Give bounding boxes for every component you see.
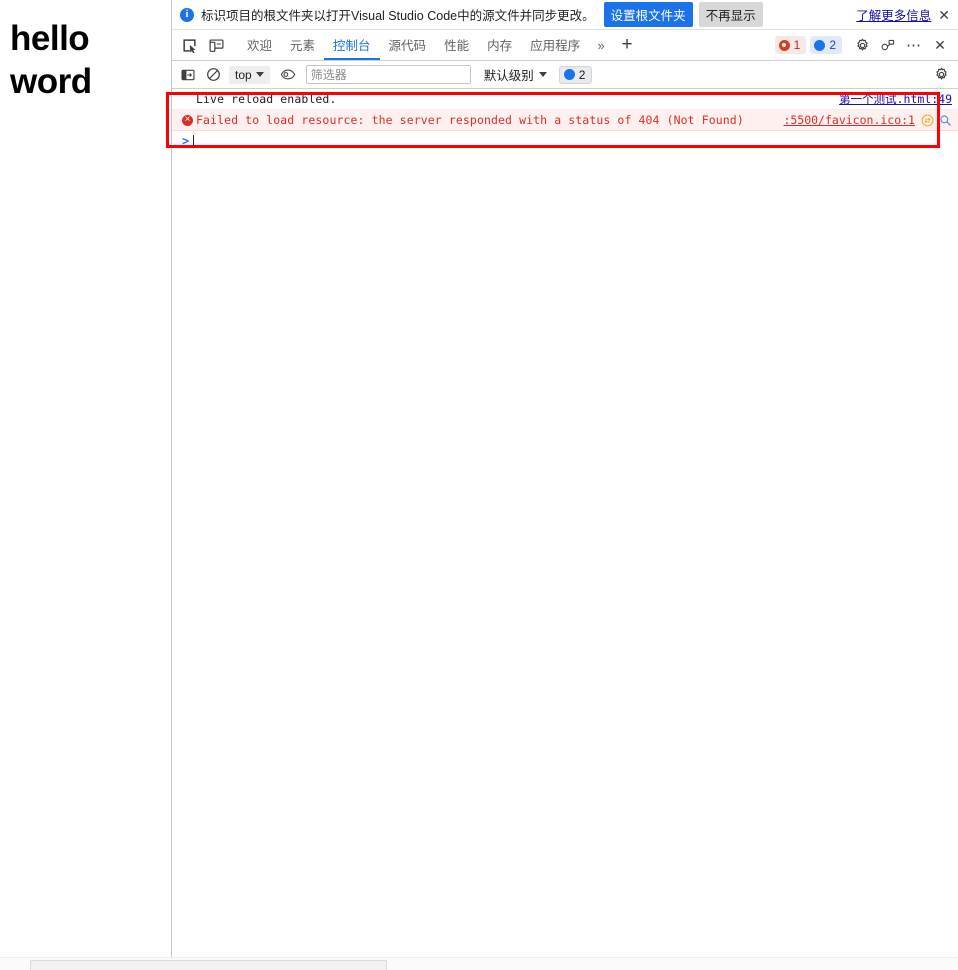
console-prompt[interactable]: > bbox=[172, 131, 958, 151]
tab-application[interactable]: 应用程序 bbox=[521, 30, 589, 60]
set-root-folder-button[interactable]: 设置根文件夹 bbox=[603, 2, 693, 27]
tab-memory[interactable]: 内存 bbox=[478, 30, 521, 60]
console-message-count-badge[interactable]: 2 bbox=[558, 65, 593, 84]
rendered-page-pane: hello word bbox=[0, 0, 171, 958]
tab-elements[interactable]: 元素 bbox=[281, 30, 324, 60]
tab-label: 源代码 bbox=[388, 38, 427, 53]
tab-label: 内存 bbox=[487, 38, 513, 53]
text-cursor bbox=[193, 134, 195, 148]
page-heading: hello word bbox=[10, 18, 171, 103]
more-options-icon[interactable]: ⋯ bbox=[902, 33, 926, 57]
log-levels-selector[interactable]: 默认级别 bbox=[484, 65, 547, 84]
info-count-label: 2 bbox=[829, 38, 836, 52]
filter-input[interactable] bbox=[305, 65, 471, 84]
console-message-log[interactable]: Live reload enabled. 第一个测试.html:49 bbox=[172, 89, 958, 110]
tabbar-gap bbox=[230, 30, 238, 60]
horizontal-scrollbar-thumb[interactable] bbox=[30, 960, 387, 970]
tab-sources[interactable]: 源代码 bbox=[380, 30, 436, 60]
tab-label: 应用程序 bbox=[530, 38, 581, 53]
tabbar-spacer bbox=[641, 30, 765, 60]
horizontal-scrollbar[interactable] bbox=[0, 957, 958, 970]
more-tabs-icon[interactable]: » bbox=[589, 30, 613, 60]
device-toolbar-icon[interactable] bbox=[203, 30, 230, 60]
tab-label: 元素 bbox=[290, 38, 316, 53]
info-icon: i bbox=[180, 7, 194, 22]
infobar-close-icon[interactable]: ✕ bbox=[938, 8, 950, 22]
console-source-link[interactable]: :5500/favicon.ico:1 bbox=[783, 113, 915, 127]
tab-performance[interactable]: 性能 bbox=[435, 30, 478, 60]
close-devtools-icon[interactable]: ✕ bbox=[928, 33, 952, 57]
error-dot-icon bbox=[778, 39, 790, 51]
tab-welcome[interactable]: 欢迎 bbox=[238, 30, 281, 60]
network-request-icon[interactable] bbox=[921, 114, 934, 127]
console-toolbar: top 默认级别 2 bbox=[172, 61, 958, 89]
infobar-message: 标识项目的根文件夹以打开Visual Studio Code中的源文件并同步更改… bbox=[201, 9, 595, 23]
page-heading-line1: hello bbox=[10, 19, 90, 58]
console-message-text: Failed to load resource: the server resp… bbox=[196, 113, 744, 127]
dont-show-again-button[interactable]: 不再显示 bbox=[698, 2, 763, 27]
infobar: i 标识项目的根文件夹以打开Visual Studio Code中的源文件并同步… bbox=[172, 0, 958, 30]
show-console-sidebar-icon[interactable] bbox=[177, 64, 199, 86]
error-count-badge[interactable]: 1 bbox=[774, 36, 807, 54]
tab-label: 控制台 bbox=[333, 38, 371, 53]
learn-more-link[interactable]: 了解更多信息 bbox=[856, 5, 931, 24]
page-heading-line2: word bbox=[10, 61, 92, 101]
search-icon[interactable] bbox=[939, 114, 952, 127]
error-count-label: 1 bbox=[793, 38, 801, 52]
console-source-link[interactable]: 第一个测试.html:49 bbox=[839, 91, 952, 107]
clear-console-icon[interactable] bbox=[202, 64, 224, 86]
message-dot-icon bbox=[563, 69, 575, 80]
devtools-panel: i 标识项目的根文件夹以打开Visual Studio Code中的源文件并同步… bbox=[172, 0, 958, 958]
execution-context-selector[interactable]: top bbox=[229, 65, 270, 84]
tab-label: 欢迎 bbox=[247, 38, 273, 53]
log-levels-label: 默认级别 bbox=[483, 69, 534, 83]
inspect-element-icon[interactable] bbox=[176, 30, 203, 60]
console-message-list: Live reload enabled. 第一个测试.html:49 Faile… bbox=[172, 89, 958, 151]
issue-badges: 1 2 bbox=[774, 30, 842, 60]
gear-icon[interactable] bbox=[850, 33, 874, 57]
execution-context-label: top bbox=[235, 67, 252, 82]
live-expression-icon[interactable] bbox=[277, 64, 299, 86]
tabbar-actions: ⋯ ✕ bbox=[850, 30, 958, 60]
add-tab-icon[interactable]: + bbox=[613, 30, 641, 60]
console-message-text: Live reload enabled. bbox=[196, 92, 337, 106]
gear-icon[interactable] bbox=[930, 64, 952, 86]
console-message-error[interactable]: Failed to load resource: the server resp… bbox=[172, 110, 958, 131]
error-icon bbox=[182, 114, 196, 126]
prompt-caret-icon: > bbox=[182, 134, 190, 148]
info-count-badge[interactable]: 2 bbox=[810, 36, 842, 54]
tab-console[interactable]: 控制台 bbox=[324, 30, 380, 60]
console-message-count-label: 2 bbox=[578, 67, 586, 82]
chevron-down-icon bbox=[255, 72, 264, 77]
message-action-icons bbox=[921, 114, 952, 127]
chevron-down-icon bbox=[538, 72, 547, 77]
devtools-tabbar: 欢迎 元素 控制台 源代码 性能 内存 应用程序 » + 1 2 ⋯ ✕ bbox=[172, 30, 958, 61]
devices-icon[interactable] bbox=[876, 33, 900, 57]
message-dot-icon bbox=[814, 39, 826, 51]
tab-label: 性能 bbox=[444, 38, 470, 53]
